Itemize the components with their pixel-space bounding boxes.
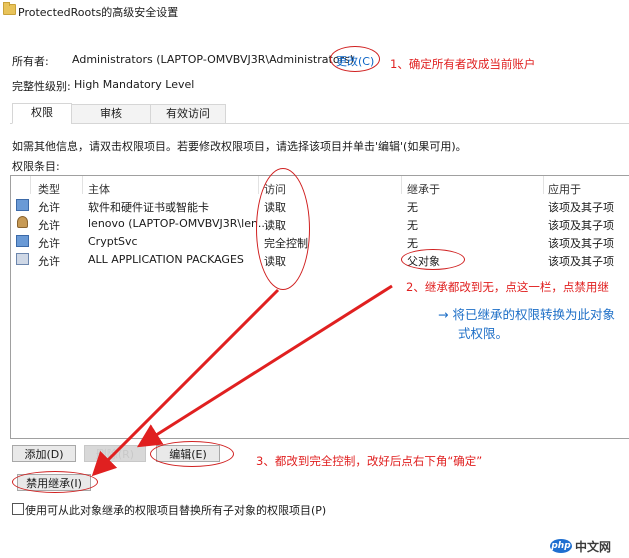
arrow-to-edit xyxy=(136,284,393,448)
arrow-to-disable xyxy=(91,288,280,477)
watermark-text: 中文网 xyxy=(575,540,612,554)
php-logo-icon: php xyxy=(550,539,572,553)
annotation-arrows xyxy=(91,284,393,477)
